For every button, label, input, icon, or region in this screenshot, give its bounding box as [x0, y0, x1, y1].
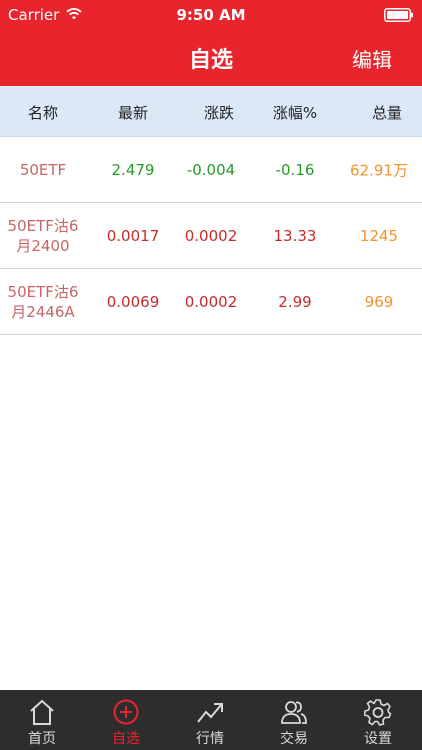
column-header-row: 名称 最新 涨跌 涨幅% 总量	[0, 86, 422, 137]
row-volume: 1245	[359, 226, 399, 245]
watchlist-table: 50ETF 2.479 -0.004 -0.16 62.91万 50ETF沽6月…	[0, 137, 422, 335]
table-row[interactable]: 50ETF沽6月2446A 0.0069 0.0002 2.99 969	[0, 269, 422, 335]
row-latest: 2.479	[111, 160, 155, 179]
row-change: -0.004	[186, 160, 236, 179]
tab-label-watchlist: 自选	[112, 731, 140, 747]
tab-bar: 首页 自选 行情 交易 设置	[0, 690, 422, 750]
row-volume: 62.91万	[350, 161, 408, 179]
plus-circle-icon	[113, 699, 139, 725]
home-icon	[30, 699, 54, 725]
tab-label-trade: 交易	[280, 731, 308, 747]
row-change-pct: 13.33	[273, 226, 317, 245]
row-volume: 969	[364, 292, 394, 311]
row-change-pct: 2.99	[278, 292, 312, 311]
row-change-pct: -0.16	[275, 160, 315, 179]
tab-market[interactable]: 行情	[168, 690, 252, 750]
tab-settings[interactable]: 设置	[336, 690, 420, 750]
row-latest: 0.0017	[106, 226, 160, 245]
tab-watchlist[interactable]: 自选	[84, 690, 168, 750]
table-row[interactable]: 50ETF沽6月2400 0.0017 0.0002 13.33 1245	[0, 203, 422, 269]
column-header-name[interactable]: 名称	[0, 102, 86, 123]
battery-icon	[384, 8, 413, 22]
column-header-change-pct[interactable]: 涨幅%	[254, 102, 336, 123]
edit-button[interactable]: 编辑	[352, 44, 392, 73]
tab-label-settings: 设置	[364, 731, 392, 747]
tab-label-home: 首页	[28, 731, 56, 747]
column-header-latest[interactable]: 最新	[86, 102, 180, 123]
people-icon	[281, 701, 307, 724]
trend-icon	[197, 703, 223, 723]
status-bar: Carrier 9:50 AM	[0, 0, 422, 30]
column-header-change[interactable]: 涨跌	[170, 102, 234, 123]
status-time: 9:50 AM	[176, 6, 246, 24]
row-name: 50ETF	[19, 160, 67, 179]
tab-home[interactable]: 首页	[0, 690, 84, 750]
row-name: 50ETF沽6月2446A	[7, 282, 79, 321]
row-change: 0.0002	[184, 292, 238, 311]
gear-icon	[364, 699, 392, 726]
row-name: 50ETF沽6月2400	[7, 216, 79, 255]
row-latest: 0.0069	[106, 292, 160, 311]
row-change: 0.0002	[184, 226, 238, 245]
tab-trade[interactable]: 交易	[252, 690, 336, 750]
tab-label-market: 行情	[196, 731, 224, 747]
table-row[interactable]: 50ETF 2.479 -0.004 -0.16 62.91万	[0, 137, 422, 203]
column-header-volume[interactable]: 总量	[338, 102, 402, 123]
app-header: Carrier 9:50 AM 自选 编辑	[0, 0, 422, 86]
